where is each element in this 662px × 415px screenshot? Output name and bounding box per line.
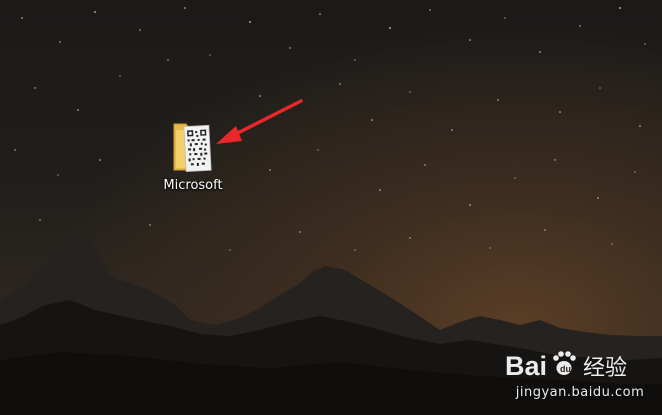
desktop-wallpaper: Microsoft Bai du 经验 jingyan.baidu.com — [0, 0, 662, 415]
watermark-url: jingyan.baidu.com — [515, 385, 645, 400]
desktop-icon-microsoft[interactable]: Microsoft — [146, 114, 240, 200]
svg-text:du: du — [560, 364, 571, 374]
svg-text:经验: 经验 — [583, 356, 627, 381]
baidu-jingyan-watermark: Bai du 经验 jingyan.baidu.com — [505, 345, 655, 407]
svg-text:Bai: Bai — [505, 351, 547, 381]
folder-icon — [173, 123, 212, 173]
desktop-icon-label: Microsoft — [163, 178, 223, 193]
baidu-jingyan-logo: Bai du 经验 — [505, 351, 627, 381]
